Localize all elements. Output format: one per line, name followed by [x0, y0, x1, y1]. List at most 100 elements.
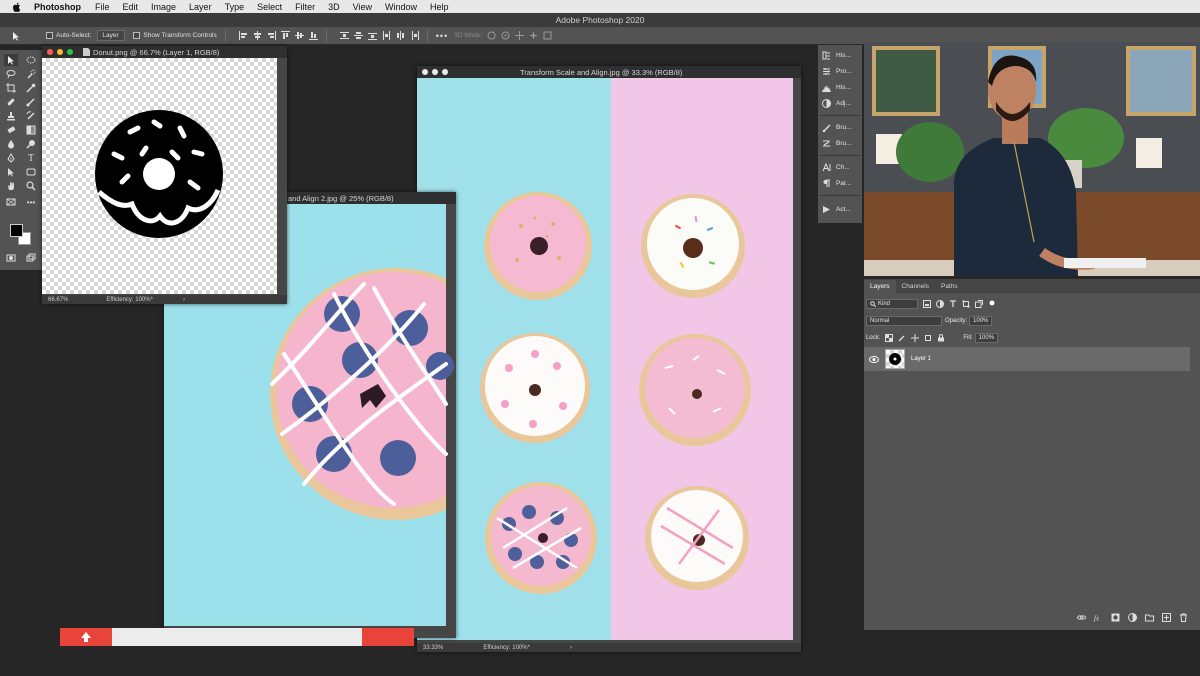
lock-position-icon[interactable] [911, 334, 920, 342]
tab-layers[interactable]: Layers [864, 280, 896, 293]
quick-mask-button[interactable] [4, 252, 18, 264]
frame-tool[interactable] [4, 196, 18, 208]
distribute-left-icon[interactable] [382, 31, 391, 40]
menu-type[interactable]: Type [225, 2, 245, 12]
trash-icon[interactable] [1179, 613, 1188, 622]
transform-controls-checkbox[interactable]: Show Transform Controls [133, 32, 217, 39]
distribute-hcenter-icon[interactable] [396, 31, 405, 40]
eraser-tool[interactable] [4, 124, 18, 136]
filter-shape-icon[interactable] [962, 300, 970, 308]
more-options-icon[interactable]: ••• [436, 31, 448, 41]
healing-brush-tool[interactable] [4, 96, 18, 108]
crop-tool[interactable] [4, 82, 18, 94]
add-mask-icon[interactable] [1111, 613, 1120, 622]
filter-type-icon[interactable] [949, 300, 957, 308]
gradient-tool[interactable] [24, 124, 38, 136]
chevron-right-icon[interactable]: › [570, 645, 572, 651]
3d-scale-icon[interactable] [543, 31, 552, 40]
panel-histogram[interactable]: His... [822, 83, 851, 92]
new-layer-icon[interactable] [1162, 613, 1171, 622]
align-bottom-icon[interactable] [308, 31, 318, 40]
menu-filter[interactable]: Filter [295, 2, 315, 12]
filter-toggle-icon[interactable] [988, 300, 996, 308]
align-top-icon[interactable] [280, 31, 290, 40]
document-tab-transform[interactable]: Transform Scale and Align.jpg @ 33.3% (R… [417, 66, 801, 78]
app-name[interactable]: Photoshop [34, 2, 81, 12]
shape-tool[interactable] [24, 166, 38, 178]
lock-all-icon[interactable] [937, 334, 945, 342]
checkbox-box[interactable] [133, 32, 141, 39]
zoom-button[interactable] [442, 69, 448, 75]
align-right-icon[interactable] [267, 31, 276, 40]
menu-3d[interactable]: 3D [328, 2, 340, 12]
type-tool[interactable]: T [24, 152, 38, 164]
adjustment-layer-icon[interactable] [1128, 613, 1137, 622]
3d-slide-icon[interactable] [529, 31, 538, 40]
panel-actions[interactable]: Act... [822, 205, 851, 214]
distribute-vcenter-icon[interactable] [353, 31, 363, 40]
path-selection-tool[interactable] [4, 166, 18, 178]
menu-file[interactable]: File [95, 2, 110, 12]
panel-properties[interactable]: Pro... [822, 67, 852, 76]
zoom-level[interactable]: 33.33% [423, 645, 443, 651]
align-middle-icon[interactable] [294, 31, 304, 40]
menu-view[interactable]: View [353, 2, 372, 12]
close-button[interactable] [47, 49, 53, 55]
link-layers-icon[interactable] [1077, 613, 1086, 622]
screen-mode-button[interactable] [24, 252, 38, 264]
distribute-bottom-icon[interactable] [367, 31, 377, 40]
blend-mode-dropdown[interactable]: Normal [866, 316, 942, 326]
upload-button[interactable] [60, 628, 112, 646]
document-tab-donut[interactable]: Donut.png @ 66.7% (Layer 1, RGB/8) [42, 46, 287, 58]
opacity-input[interactable]: 100% [969, 316, 993, 326]
filter-smart-object-icon[interactable] [975, 300, 983, 308]
document-window-donut[interactable]: Donut.png @ 66.7% (Layer 1, RGB/8) 66.67… [42, 46, 287, 304]
auto-select-checkbox[interactable]: Auto-Select: [46, 32, 91, 39]
align-left-icon[interactable] [238, 31, 248, 40]
pen-tool[interactable] [4, 152, 18, 164]
blur-tool[interactable] [4, 138, 18, 150]
minimize-button[interactable] [432, 69, 438, 75]
layer-name[interactable]: Layer 1 [911, 356, 931, 362]
fx-icon[interactable]: fx [1094, 613, 1103, 623]
layer-row-layer-1[interactable]: Layer 1 [864, 347, 1190, 371]
dodge-tool[interactable] [24, 138, 38, 150]
zoom-level[interactable]: 66.67% [48, 297, 68, 303]
filter-pixel-icon[interactable] [923, 300, 931, 308]
eyedropper-tool[interactable] [24, 82, 38, 94]
new-group-icon[interactable] [1145, 613, 1154, 622]
lock-artboard-icon[interactable] [924, 334, 932, 342]
marquee-tool[interactable] [24, 54, 38, 66]
close-button[interactable] [422, 69, 428, 75]
auto-select-dropdown[interactable]: Layer [97, 30, 126, 41]
checkbox-box[interactable] [46, 32, 53, 39]
tab-paths[interactable]: Paths [935, 280, 964, 293]
kind-filter-dropdown[interactable]: Kind [866, 299, 918, 309]
menu-layer[interactable]: Layer [189, 2, 212, 12]
3d-roll-icon[interactable] [501, 31, 510, 40]
panel-history[interactable]: His... [822, 51, 851, 60]
menu-help[interactable]: Help [430, 2, 449, 12]
panel-brush-settings[interactable]: Bru... [822, 139, 852, 148]
panel-character[interactable]: Ch... [822, 163, 850, 172]
tab-channels[interactable]: Channels [896, 280, 935, 293]
3d-pan-icon[interactable] [515, 31, 525, 40]
panel-paragraph[interactable]: Par... [822, 179, 851, 188]
eye-icon[interactable] [869, 355, 879, 363]
move-tool-preset-picker[interactable] [6, 29, 28, 43]
lock-image-icon[interactable] [898, 334, 906, 342]
hand-tool[interactable] [4, 180, 18, 192]
history-brush-tool[interactable] [24, 110, 38, 122]
menu-image[interactable]: Image [151, 2, 176, 12]
overlay-right-button[interactable] [362, 628, 414, 646]
zoom-tool[interactable] [24, 180, 38, 192]
panel-brushes[interactable]: Bru... [822, 123, 852, 132]
zoom-button[interactable] [67, 49, 73, 55]
document-window-transform[interactable]: Transform Scale and Align.jpg @ 33.3% (R… [417, 66, 801, 652]
edit-toolbar-button[interactable]: ••• [24, 196, 38, 208]
distribute-top-icon[interactable] [339, 31, 349, 40]
lasso-tool[interactable] [4, 68, 18, 80]
filter-adjustment-icon[interactable] [936, 300, 944, 308]
chevron-right-icon[interactable]: › [183, 297, 185, 303]
align-center-h-icon[interactable] [253, 31, 262, 40]
